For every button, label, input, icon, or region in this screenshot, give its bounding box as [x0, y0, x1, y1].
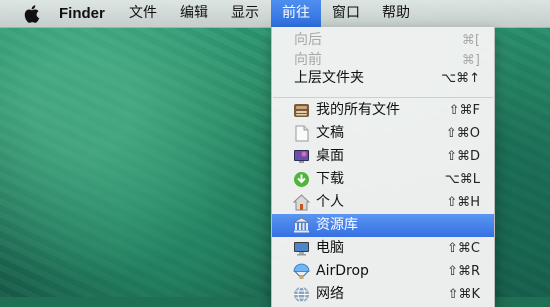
menu-item-label: 电脑: [316, 240, 344, 256]
menu-item-shortcut: ⇧⌘C: [447, 241, 480, 256]
menubar-item-edit[interactable]: 编辑: [172, 0, 216, 27]
menu-item-shortcut: ⇧⌘D: [446, 149, 480, 164]
menu-item-documents[interactable]: 文稿 ⇧⌘O: [272, 122, 494, 145]
document-icon: [295, 125, 309, 142]
menubar: Finder 文件 编辑 显示 前往 窗口 帮助: [0, 0, 550, 28]
menu-item-label: 个人: [316, 194, 344, 210]
menu-item-shortcut: ⇧⌘F: [448, 103, 480, 118]
menu-item-label: 文稿: [316, 125, 344, 141]
apple-icon[interactable]: [22, 4, 40, 24]
downloads-icon: [294, 172, 309, 187]
desktop-icon: [294, 150, 309, 163]
menubar-item-file[interactable]: 文件: [121, 0, 165, 27]
menu-item-label: 资源库: [316, 217, 358, 233]
menubar-item-help[interactable]: 帮助: [374, 0, 418, 27]
library-icon: [293, 217, 310, 233]
all-my-files-icon: [294, 104, 309, 117]
go-menu-dropdown: 向后 ⌘[ 向前 ⌘] 上层文件夹 ⌥⌘↑ 我的所有文件 ⇧⌘F 文稿 ⇧⌘O: [271, 27, 495, 307]
menu-item-home[interactable]: 个人 ⇧⌘H: [272, 191, 494, 214]
menubar-item-view[interactable]: 显示: [223, 0, 267, 27]
menu-item-label: 上层文件夹: [294, 70, 364, 86]
menu-item-enclosing-folder[interactable]: 上层文件夹 ⌥⌘↑: [272, 67, 494, 90]
menu-separator: [273, 97, 493, 98]
menu-item-label: 桌面: [316, 148, 344, 164]
menubar-app-finder[interactable]: Finder: [51, 0, 113, 27]
menu-item-label: 下载: [316, 171, 344, 187]
menubar-item-go[interactable]: 前往: [271, 0, 321, 27]
menu-item-shortcut: ⌥⌘↑: [441, 71, 480, 86]
menu-item-library[interactable]: 资源库: [272, 214, 494, 237]
menu-item-shortcut: ⌥⌘L: [444, 172, 480, 187]
menu-item-computer[interactable]: 电脑 ⇧⌘C: [272, 237, 494, 260]
menu-item-label: 我的所有文件: [316, 102, 400, 118]
menu-item-airdrop[interactable]: AirDrop ⇧⌘R: [272, 260, 494, 283]
menu-item-desktop[interactable]: 桌面 ⇧⌘D: [272, 145, 494, 168]
menubar-item-window[interactable]: 窗口: [324, 0, 368, 27]
menu-item-shortcut: ⇧⌘R: [447, 264, 480, 279]
network-icon: [294, 286, 309, 303]
menu-item-label: AirDrop: [316, 263, 369, 279]
computer-icon: [294, 242, 309, 256]
airdrop-icon: [293, 263, 310, 279]
menu-item-shortcut: ⇧⌘H: [446, 195, 480, 210]
menu-item-all-my-files[interactable]: 我的所有文件 ⇧⌘F: [272, 99, 494, 122]
menu-item-shortcut: ⇧⌘K: [447, 287, 480, 302]
menu-item-network[interactable]: 网络 ⇧⌘K: [272, 283, 494, 306]
menu-item-shortcut: ⇧⌘O: [445, 126, 480, 141]
menu-item-label: 网络: [316, 286, 344, 302]
menu-item-downloads[interactable]: 下载 ⌥⌘L: [272, 168, 494, 191]
home-icon: [293, 194, 310, 211]
